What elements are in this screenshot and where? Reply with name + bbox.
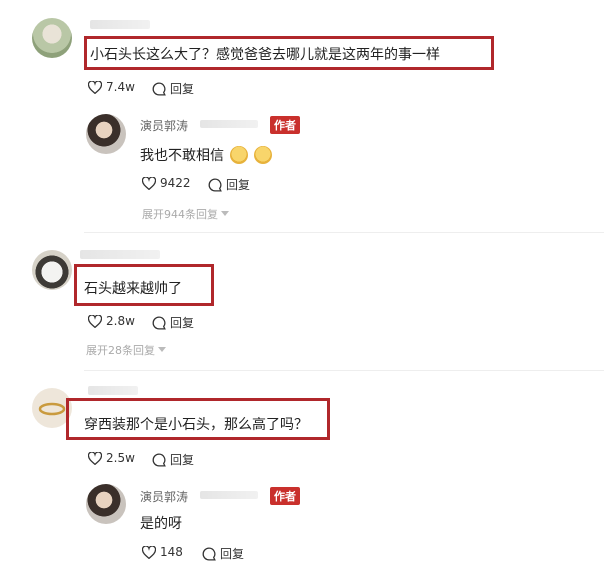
heart-outline-icon xyxy=(88,80,102,94)
caret-down-icon xyxy=(221,211,229,216)
clapping-emoji-icon xyxy=(230,146,248,164)
author-badge: 作者 xyxy=(270,116,300,134)
commenter-username-blurred[interactable] xyxy=(80,250,160,259)
speech-bubble-icon xyxy=(208,178,222,191)
heart-outline-icon xyxy=(88,314,102,328)
reply-author-name[interactable]: 演员郭涛 xyxy=(140,488,188,505)
reply-button[interactable]: 回复 xyxy=(152,80,194,97)
commenter-avatar[interactable] xyxy=(32,18,72,58)
reply-label: 回复 xyxy=(170,453,195,467)
author-extra-blurred xyxy=(200,120,258,128)
expand-replies-link[interactable]: 展开944条回复 xyxy=(142,206,229,222)
expand-replies-label: 展开944条回复 xyxy=(142,208,218,221)
reply-button[interactable]: 回复 xyxy=(208,176,250,193)
speech-bubble-icon xyxy=(202,547,216,560)
reply-button[interactable]: 回复 xyxy=(152,314,194,331)
like-count: 7.4w xyxy=(106,80,135,94)
like-button[interactable]: 148 xyxy=(142,545,183,559)
caret-down-icon xyxy=(158,347,166,352)
reply-button[interactable]: 回复 xyxy=(202,545,244,562)
speech-bubble-icon xyxy=(152,316,166,329)
heart-outline-icon xyxy=(142,176,156,190)
reply-label: 回复 xyxy=(220,547,245,561)
like-button[interactable]: 7.4w xyxy=(88,80,135,94)
clapping-emoji-icon xyxy=(254,146,272,164)
author-avatar[interactable] xyxy=(86,484,126,524)
reply-text: 是的呀 xyxy=(140,516,182,532)
speech-bubble-icon xyxy=(152,82,166,95)
like-button[interactable]: 9422 xyxy=(142,176,191,190)
comment-text: 石头越来越帅了 xyxy=(84,281,182,297)
like-button[interactable]: 2.8w xyxy=(88,314,135,328)
comment-divider xyxy=(84,232,604,233)
heart-outline-icon xyxy=(88,451,102,465)
expand-replies-label: 展开28条回复 xyxy=(86,344,155,357)
reply-text-content: 我也不敢相信 xyxy=(140,148,224,164)
reply-label: 回复 xyxy=(170,316,195,330)
like-count: 2.8w xyxy=(106,314,135,328)
comment-divider xyxy=(84,370,604,371)
like-count: 9422 xyxy=(160,176,191,190)
reply-text: 我也不敢相信 xyxy=(140,145,272,165)
heart-outline-icon xyxy=(142,545,156,559)
expand-replies-link[interactable]: 展开28条回复 xyxy=(86,342,166,358)
comment-text: 小石头长这么大了？感觉爸爸去哪儿就是这两年的事一样 xyxy=(90,47,440,63)
author-avatar[interactable] xyxy=(86,114,126,154)
reply-button[interactable]: 回复 xyxy=(152,451,194,468)
commenter-username-blurred[interactable] xyxy=(88,386,138,395)
commenter-avatar[interactable] xyxy=(32,250,72,290)
commenter-username-blurred[interactable] xyxy=(90,20,150,29)
like-button[interactable]: 2.5w xyxy=(88,451,135,465)
like-count: 148 xyxy=(160,545,183,559)
like-count: 2.5w xyxy=(106,451,135,465)
author-badge: 作者 xyxy=(270,487,300,505)
reply-label: 回复 xyxy=(226,178,251,192)
comment-text: 穿西装那个是小石头，那么高了吗？ xyxy=(84,417,308,433)
speech-bubble-icon xyxy=(152,453,166,466)
reply-author-name[interactable]: 演员郭涛 xyxy=(140,117,188,134)
author-extra-blurred xyxy=(200,491,258,499)
reply-label: 回复 xyxy=(170,82,195,96)
